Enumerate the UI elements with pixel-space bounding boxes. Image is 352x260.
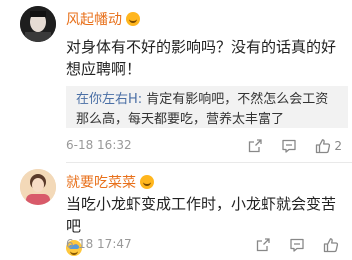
- like-button[interactable]: 2: [315, 138, 342, 154]
- username-text[interactable]: 就要吃菜菜: [66, 175, 136, 191]
- avatar-image: [20, 169, 56, 205]
- username-text[interactable]: 风起幡动: [66, 12, 122, 28]
- avatar-image: [20, 6, 56, 42]
- comment-icon: [290, 238, 304, 252]
- comment-button[interactable]: [281, 138, 297, 154]
- reply-box[interactable]: 在你左右H: 肯定有影响吧，不然怎么会工资那么高，每天都要吃，营养太丰富了: [66, 86, 348, 128]
- comment-text-content: 当吃小龙虾变成工作时，小龙虾就会变苦吧: [66, 195, 337, 235]
- comment-item: 风起幡动 对身体有不好的影响吗？没有的话真的好想应聘啊！ 在你左右H: 肯定有影…: [0, 0, 352, 163]
- share-button[interactable]: [255, 237, 271, 253]
- comment-text: 对身体有不好的影响吗？没有的话真的好想应聘啊！: [66, 38, 337, 78]
- comment-button[interactable]: [289, 237, 305, 253]
- like-button[interactable]: [323, 237, 342, 253]
- username[interactable]: 就要吃菜菜: [66, 175, 154, 191]
- avatar[interactable]: [20, 6, 56, 42]
- comment-footer: 6-18 17:47: [66, 235, 342, 255]
- reply-author[interactable]: 在你左右H: [76, 92, 138, 107]
- username[interactable]: 风起幡动: [66, 12, 140, 28]
- comment-footer: 6-18 16:32 2: [66, 136, 342, 156]
- timestamp: 6-18 16:32: [66, 138, 132, 152]
- like-icon: [323, 238, 339, 253]
- share-button[interactable]: [247, 138, 263, 154]
- badge-icon: [126, 12, 140, 26]
- like-count: 2: [334, 139, 342, 153]
- avatar[interactable]: [20, 169, 56, 205]
- share-icon: [249, 139, 263, 153]
- share-icon: [256, 238, 270, 252]
- comment-item: 就要吃菜菜 当吃小龙虾变成工作时，小龙虾就会变苦吧 6-18 17:47: [0, 163, 352, 260]
- action-bar: [237, 235, 342, 255]
- timestamp: 6-18 17:47: [66, 237, 132, 251]
- like-icon: [316, 139, 331, 154]
- action-bar: 2: [229, 136, 342, 156]
- badge-icon: [140, 175, 154, 189]
- comment-icon: [282, 139, 297, 153]
